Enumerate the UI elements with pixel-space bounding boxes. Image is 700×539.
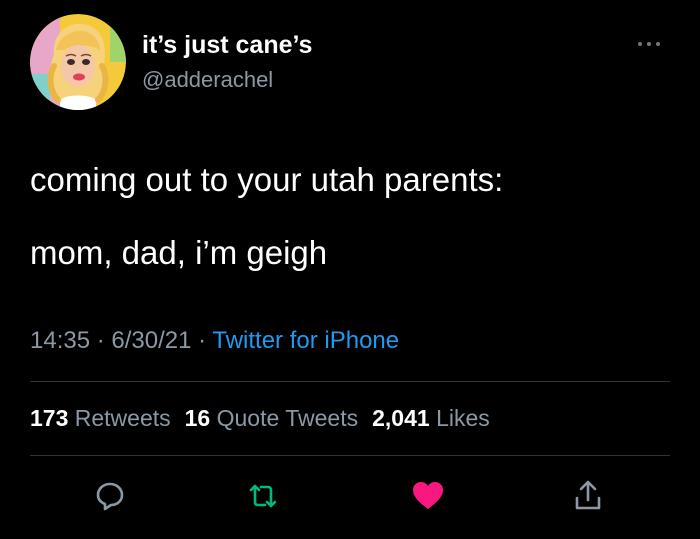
retweets-count: 173 bbox=[30, 405, 69, 431]
avatar[interactable] bbox=[30, 14, 126, 110]
quote-tweets-label: Quote Tweets bbox=[216, 405, 359, 431]
tweet-source-link[interactable]: Twitter for iPhone bbox=[212, 327, 399, 354]
retweets-label: Retweets bbox=[74, 405, 171, 431]
meta-separator: · bbox=[90, 327, 112, 354]
divider bbox=[30, 381, 670, 382]
quote-tweets-stat[interactable]: 16 Quote Tweets bbox=[185, 405, 358, 431]
tweet-meta: 14:35 · 6/30/21 · Twitter for iPhone bbox=[30, 325, 399, 357]
tweet-text-line: mom, dad, i’m geigh bbox=[30, 234, 328, 271]
tweet-date: 6/30/21 bbox=[111, 327, 192, 354]
more-options-icon[interactable] bbox=[634, 34, 664, 54]
tweet-card: it’s just cane’s @adderachel coming out … bbox=[0, 0, 700, 539]
likes-label: Likes bbox=[436, 405, 490, 431]
meta-separator: · bbox=[191, 327, 213, 354]
cartoon-avatar-icon bbox=[30, 14, 126, 110]
heart-icon[interactable] bbox=[410, 478, 446, 514]
tweet-time: 14:35 bbox=[30, 327, 91, 354]
likes-count: 2,041 bbox=[372, 405, 430, 431]
user-handle[interactable]: @adderachel bbox=[142, 66, 273, 94]
reply-icon[interactable] bbox=[92, 478, 128, 514]
divider bbox=[30, 455, 670, 456]
display-name[interactable]: it’s just cane’s bbox=[142, 30, 312, 60]
likes-stat[interactable]: 2,041 Likes bbox=[372, 405, 490, 431]
retweets-stat[interactable]: 173 Retweets bbox=[30, 405, 171, 431]
share-icon[interactable] bbox=[570, 478, 606, 514]
tweet-stats: 173 Retweets 16 Quote Tweets 2,041 Likes bbox=[30, 402, 490, 434]
quote-tweets-count: 16 bbox=[184, 405, 211, 431]
tweet-text-line: coming out to your utah parents: bbox=[30, 161, 504, 198]
retweet-icon[interactable] bbox=[245, 478, 281, 514]
